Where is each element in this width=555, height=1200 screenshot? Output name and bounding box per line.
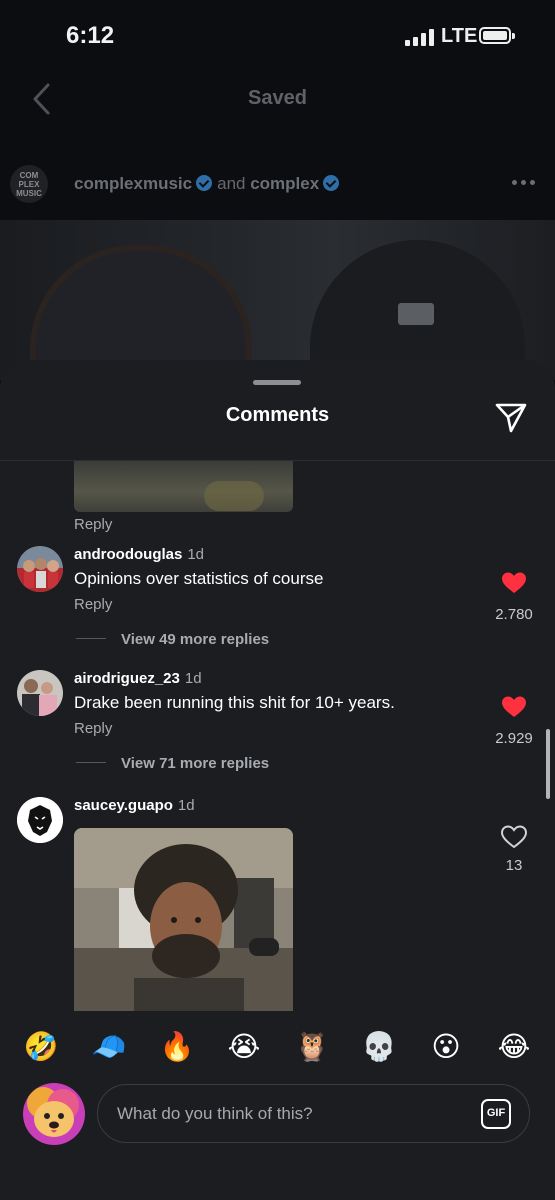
gif-button[interactable]: GIF (481, 1099, 511, 1129)
scrollbar[interactable] (546, 729, 550, 799)
emoji-reaction-bar: 🤣 🧢 🔥 😭 🦉 💀 😮 😂 (0, 1015, 555, 1075)
post-avatar[interactable]: COM PLEX MUSIC (10, 165, 48, 203)
comment-text: Opinions over statistics of course (74, 569, 324, 588)
comment-username[interactable]: airodriguez_23 1d (74, 670, 202, 687)
avatar[interactable] (17, 546, 63, 592)
replies-line (76, 638, 106, 639)
my-avatar[interactable] (23, 1083, 85, 1145)
emoji-skull-button[interactable]: 💀 (359, 1027, 399, 1067)
reply-button[interactable]: Reply (74, 516, 112, 533)
cap-logo (398, 303, 434, 325)
comment-input[interactable]: What do you think of this? GIF (97, 1084, 530, 1143)
comment-time: 1d (187, 546, 205, 563)
comment-gif[interactable] (74, 828, 293, 1011)
nav-bar: Saved (0, 70, 555, 130)
avatar[interactable] (17, 797, 63, 843)
reply-button[interactable]: Reply (74, 720, 112, 737)
ellipsis-icon[interactable] (512, 180, 536, 186)
post-authors-joiner: and (217, 174, 246, 193)
username-text[interactable]: androodouglas (74, 546, 182, 563)
post-author-1[interactable]: complexmusic (74, 174, 192, 193)
post-header: COM PLEX MUSIC complexmusic and complex (0, 148, 555, 218)
status-bar: 6:12 LTE (0, 0, 555, 70)
comment-time: 1d (184, 670, 202, 687)
heart-outline-icon[interactable] (501, 825, 527, 849)
comments-sheet: Comments Reply androodouglas 1d Opinions … (0, 360, 555, 1200)
page-title: Saved (248, 87, 307, 109)
avatar[interactable] (17, 670, 63, 716)
comment-list[interactable]: Reply androodouglas 1d Opinions over stat… (0, 461, 555, 1011)
heart-filled-icon[interactable] (501, 571, 527, 595)
cellular-signal-icon (405, 28, 435, 46)
comment-composer: What do you think of this? GIF (0, 1075, 555, 1200)
like-count: 2.780 (495, 606, 533, 623)
emoji-cap-button[interactable]: 🧢 (89, 1027, 129, 1067)
heart-filled-icon[interactable] (501, 695, 527, 719)
comment-username[interactable]: saucey.guapo 1d (74, 797, 195, 814)
comment-gif-previous[interactable] (74, 461, 293, 512)
like-count: 2.929 (495, 730, 533, 747)
reply-button[interactable]: Reply (74, 596, 112, 613)
emoji-rofl-button[interactable]: 🤣 (21, 1027, 61, 1067)
view-replies-button[interactable]: View 71 more replies (121, 755, 269, 772)
comment-username[interactable]: androodouglas 1d (74, 546, 204, 563)
username-text[interactable]: airodriguez_23 (74, 670, 180, 687)
username-text[interactable]: saucey.guapo (74, 797, 173, 814)
battery-icon (479, 27, 515, 44)
emoji-fire-button[interactable]: 🔥 (157, 1027, 197, 1067)
post-authors: complexmusic and complex (74, 173, 344, 194)
emoji-owl-button[interactable]: 🦉 (292, 1027, 332, 1067)
paper-plane-icon[interactable] (494, 400, 528, 434)
comment-input-placeholder: What do you think of this? (117, 1104, 313, 1123)
view-replies-button[interactable]: View 49 more replies (121, 631, 269, 648)
like-count: 13 (505, 857, 523, 874)
emoji-crying-button[interactable]: 😭 (224, 1027, 264, 1067)
sheet-title: Comments (225, 404, 330, 426)
verified-badge-icon (196, 175, 213, 191)
post-author-2[interactable]: complex (250, 174, 319, 193)
battery-level (483, 31, 507, 40)
emoji-joy-button[interactable]: 😂 (494, 1027, 534, 1067)
emoji-surprised-button[interactable]: 😮 (426, 1027, 466, 1067)
post-avatar-logo: COM PLEX MUSIC (16, 171, 42, 198)
network-type: LTE (441, 25, 478, 47)
post-image (0, 220, 555, 380)
verified-badge-icon (323, 175, 340, 191)
comment-time: 1d (177, 797, 195, 814)
sheet-grabber[interactable] (253, 380, 301, 385)
replies-line (76, 762, 106, 763)
status-time: 6:12 (66, 22, 115, 49)
comment-text: Drake been running this shit for 10+ yea… (74, 693, 395, 712)
